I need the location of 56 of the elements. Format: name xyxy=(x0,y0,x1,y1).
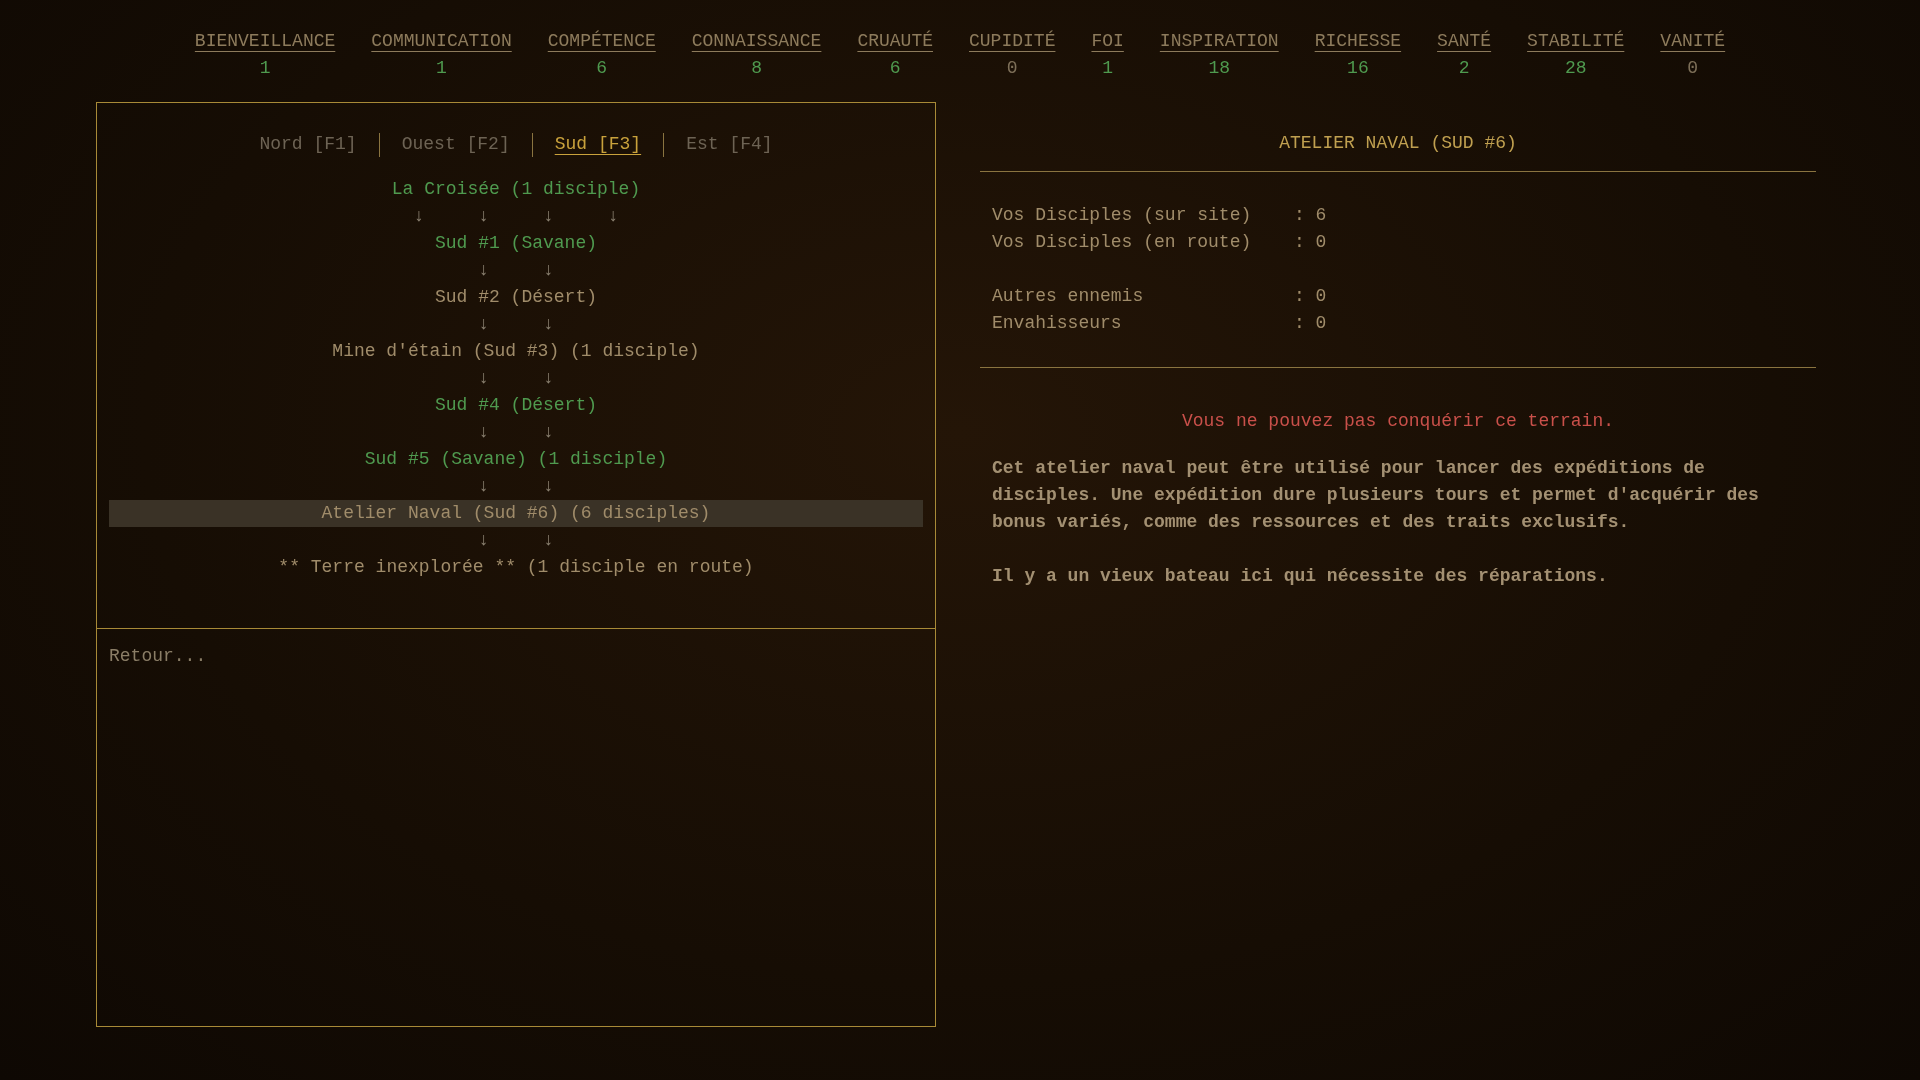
info-label: Envahisseurs xyxy=(992,312,1123,335)
stat-value: 18 xyxy=(1208,57,1231,80)
info-label: Vos Disciples (sur site) xyxy=(992,204,1253,227)
stat-value: 1 xyxy=(1102,57,1114,80)
stat-label: RICHESSE xyxy=(1314,30,1402,53)
info-value: : 0 xyxy=(1294,285,1327,308)
map-location[interactable]: Sud #5 (Savane) (1 disciple) xyxy=(364,449,668,469)
description-text: Il y a un vieux bateau ici qui nécessite des réparations. xyxy=(991,565,1609,588)
path-arrows: ↓ ↓ xyxy=(478,422,554,442)
stat-label: SANTÉ xyxy=(1437,29,1492,53)
direction-tab[interactable]: Ouest [F2] xyxy=(379,131,532,158)
stat-label: BIENVEILLANCE xyxy=(194,30,336,53)
selected-map-row[interactable]: Atelier Naval (Sud #6) (6 disciples) xyxy=(109,500,923,527)
path-arrows: ↓ ↓ xyxy=(478,368,554,388)
info-value: : 6 xyxy=(1294,204,1327,227)
info-label: Vos Disciples (en route) xyxy=(992,231,1253,254)
map-location[interactable]: Sud #4 (Désert) xyxy=(435,395,597,415)
back-link[interactable]: Retour... xyxy=(97,629,935,684)
map-location[interactable]: ** Terre inexplorée ** (1 disciple en route) xyxy=(278,557,754,577)
stat-label: COMPÉTENCE xyxy=(547,29,656,53)
stat-value: 6 xyxy=(596,57,608,80)
location-title: ATELIER NAVAL (SUD #6) xyxy=(980,102,1816,172)
stat-value: 2 xyxy=(1458,57,1470,80)
stat-value: 1 xyxy=(436,57,447,80)
description-text: Cet atelier naval peut être utilisé pour lancer des expéditions de disciples. Une expédition dure plusieurs tours et permet d'acquérir des bonus variés, comme des ressources et des traits exclusifs. xyxy=(991,457,1760,534)
path-arrows: ↓ ↓ ↓ ↓ xyxy=(413,206,619,226)
stat-value: 16 xyxy=(1347,57,1369,80)
map-location[interactable]: La Croisée (1 disciple) xyxy=(391,179,641,199)
path-arrows: ↓ ↓ xyxy=(478,260,554,280)
stat-label: VANITÉ xyxy=(1660,29,1726,53)
info-label: Autres ennemis xyxy=(992,285,1145,308)
path-arrows: ↓ ↓ xyxy=(478,530,554,550)
direction-tab[interactable]: Sud [F3] xyxy=(532,131,664,158)
stat-label: COMMUNICATION xyxy=(371,30,512,53)
map-location[interactable]: Sud #2 (Désert) xyxy=(435,287,597,307)
stat-value: 0 xyxy=(1687,57,1699,80)
path-arrows: ↓ ↓ xyxy=(478,476,554,496)
stat-label: FOI xyxy=(1091,30,1124,53)
direction-tab[interactable]: Est [F4] xyxy=(664,131,795,158)
warning-text: Vous ne pouvez pas conquérir ce terrain. xyxy=(1180,410,1616,433)
map-location[interactable]: Mine d'étain (Sud #3) (1 disciple) xyxy=(332,341,700,361)
info-value: : 0 xyxy=(1294,231,1327,254)
stat-label: CUPIDITÉ xyxy=(969,29,1056,53)
stat-value: 6 xyxy=(889,57,901,80)
stat-value: 8 xyxy=(751,57,762,80)
stat-value: 28 xyxy=(1564,57,1587,80)
stat-label: CONNAISSANCE xyxy=(691,30,822,53)
stat-label: CRUAUTÉ xyxy=(857,29,933,53)
stat-label: STABILITÉ xyxy=(1527,29,1625,53)
direction-tab[interactable]: Nord [F1] xyxy=(237,131,379,158)
stat-value: 1 xyxy=(259,57,271,80)
stat-label: INSPIRATION xyxy=(1159,30,1279,53)
map-location[interactable]: Sud #1 (Savane) xyxy=(435,233,597,253)
stat-value: 0 xyxy=(1006,57,1018,80)
info-value: : 0 xyxy=(1294,312,1327,335)
path-arrows: ↓ ↓ xyxy=(478,314,554,334)
